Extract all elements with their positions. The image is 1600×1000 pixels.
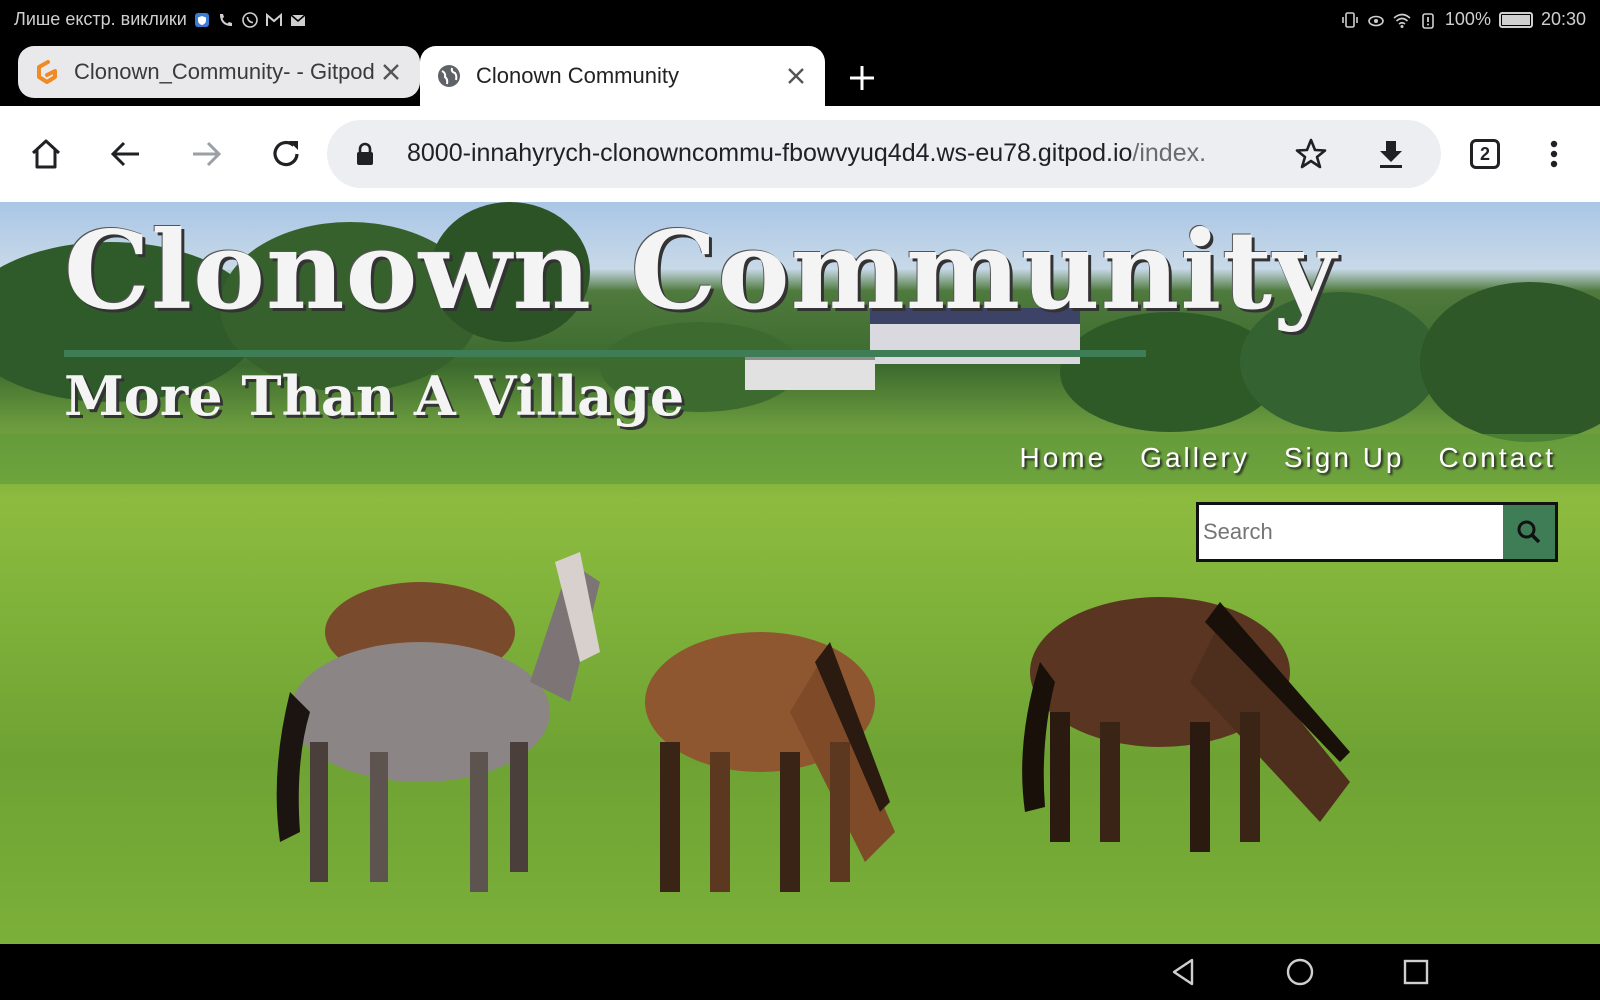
mail-icon [289, 11, 307, 29]
gmail-icon [265, 11, 283, 29]
tab-strip: Clonown_Community- - Gitpod Clonown Comm… [0, 40, 1600, 106]
tab-title: Clonown_Community- - Gitpod [74, 59, 375, 84]
system-nav-bar [0, 944, 1600, 1000]
horse-image [1022, 597, 1350, 852]
more-vert-icon [1550, 140, 1558, 168]
status-left: Лише екстр. виклики [14, 9, 307, 30]
clock: 20:30 [1540, 9, 1586, 29]
back-triangle-icon[interactable] [1168, 956, 1200, 988]
phone-missed-icon [217, 11, 235, 29]
nav-sign-up[interactable]: Sign Up [1284, 442, 1405, 474]
reload-icon [273, 140, 299, 167]
status-right: 100% 20:30 [1341, 9, 1586, 30]
nav-home[interactable]: Home [1019, 442, 1106, 474]
search-icon [1517, 520, 1541, 544]
home-icon [31, 139, 61, 169]
url-host: 8000-innahyrych-clonowncommu-fbowvyuq4d4… [407, 139, 1133, 167]
battery-percent: 100% [1444, 9, 1491, 29]
home-button[interactable] [22, 130, 70, 178]
arrow-left-icon [110, 141, 139, 167]
close-icon[interactable] [783, 63, 809, 89]
nav-gallery[interactable]: Gallery [1140, 442, 1250, 474]
lock-icon[interactable] [355, 142, 375, 166]
browser-toolbar: 8000-innahyrych-clonowncommu-fbowvyuq4d4… [0, 106, 1600, 202]
reload-button[interactable] [262, 130, 310, 178]
whatsapp-icon [241, 11, 259, 29]
tab-clonown[interactable]: Clonown Community [420, 46, 825, 106]
url-text[interactable]: 8000-innahyrych-clonowncommu-fbowvyuq4d4… [407, 139, 1277, 168]
home-circle-icon[interactable] [1284, 956, 1316, 988]
carrier-text: Лише екстр. виклики [14, 9, 187, 29]
close-icon[interactable] [378, 59, 404, 85]
download-button[interactable] [1367, 130, 1415, 178]
tab-title: Clonown Community [476, 63, 679, 88]
nav-contact[interactable]: Contact [1439, 442, 1557, 474]
battery-alert-icon [1419, 11, 1437, 29]
tab-gitpod[interactable]: Clonown_Community- - Gitpod [18, 46, 420, 98]
battery-icon [1498, 11, 1533, 28]
wifi-icon [1393, 11, 1411, 29]
forward-button[interactable] [182, 130, 230, 178]
horse-image [645, 632, 895, 892]
site-tagline: More Than A Village [64, 364, 685, 428]
recents-square-icon[interactable] [1400, 956, 1432, 988]
vibrate-icon [1341, 11, 1359, 29]
hero-section: Clonown Community More Than A Village Ho… [0, 202, 1600, 944]
address-bar[interactable]: 8000-innahyrych-clonowncommu-fbowvyuq4d4… [327, 120, 1441, 188]
status-bar: Лише екстр. виклики 100% 20:30 [0, 0, 1600, 40]
plus-icon [850, 66, 874, 90]
search-input[interactable] [1199, 505, 1503, 559]
download-icon [1380, 141, 1402, 168]
back-button[interactable] [102, 130, 150, 178]
globe-icon [436, 63, 462, 89]
site-title: Clonown Community [64, 208, 1337, 334]
menu-button[interactable] [1530, 130, 1578, 178]
horse-image [276, 552, 600, 892]
bookmark-button[interactable] [1287, 130, 1335, 178]
search-form [1196, 502, 1558, 562]
url-path: /index. [1132, 139, 1207, 167]
title-divider [64, 350, 1146, 357]
shield-icon [193, 11, 211, 29]
search-button[interactable] [1503, 505, 1555, 559]
gitpod-icon [34, 59, 60, 85]
new-tab-button[interactable] [842, 58, 882, 98]
site-nav: Home Gallery Sign Up Contact [1019, 442, 1556, 474]
star-icon [1295, 138, 1327, 169]
arrow-right-icon [193, 141, 222, 167]
eye-comfort-icon [1367, 11, 1385, 29]
tab-switcher-button[interactable]: 2 [1470, 139, 1500, 169]
